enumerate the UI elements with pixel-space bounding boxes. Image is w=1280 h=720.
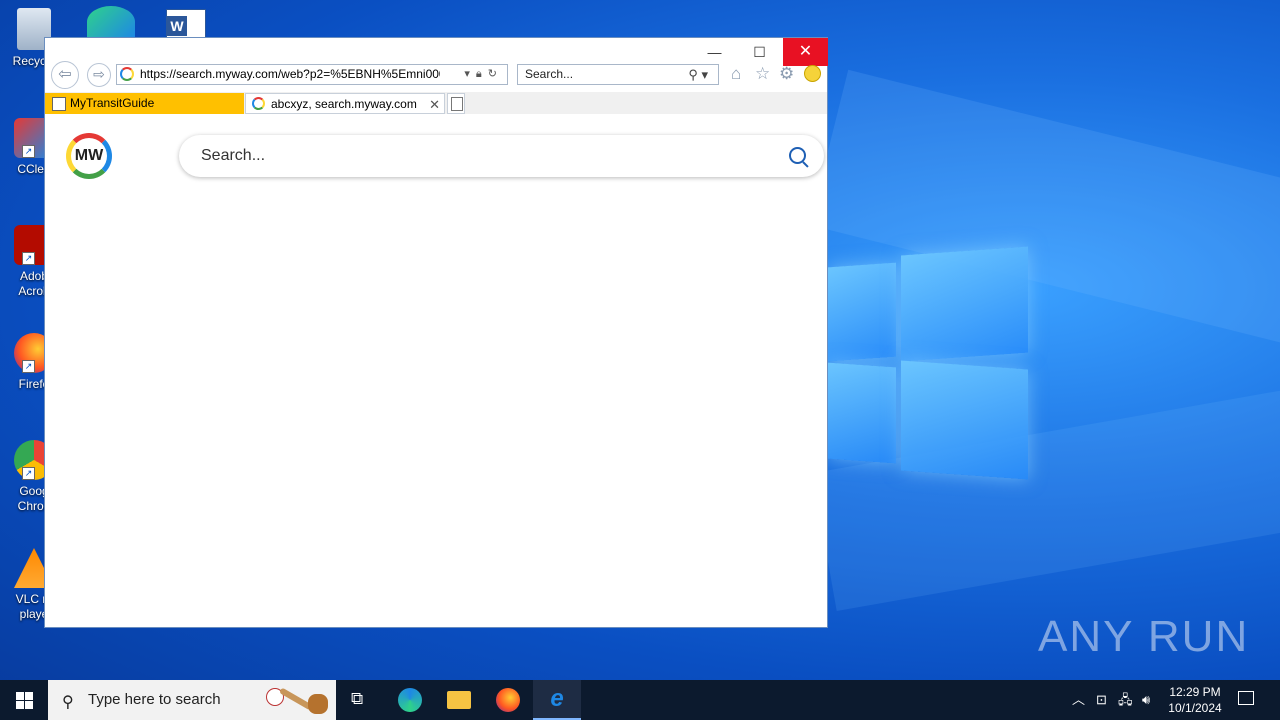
page-search-placeholder: Search... bbox=[201, 147, 266, 164]
navigation-bar: ⇦ ⇨ https://search.myway.com/web?p2=%5EB… bbox=[45, 61, 827, 89]
system-clock[interactable]: 12:29 PM 10/1/2024 bbox=[1160, 684, 1230, 716]
network-icon[interactable]: 🖧︎ bbox=[1118, 680, 1133, 720]
windows-start-icon-part bbox=[25, 701, 33, 709]
new-tab-icon bbox=[451, 97, 463, 111]
windows-start-icon-part bbox=[16, 701, 24, 709]
address-tools: ▾🔒︎↻ bbox=[464, 65, 503, 84]
tray-device-icon[interactable]: ⊡ bbox=[1096, 680, 1107, 720]
word-document-icon[interactable]: W bbox=[166, 9, 206, 39]
shortcut-arrow-icon: ↗ bbox=[22, 467, 35, 480]
start-button[interactable] bbox=[0, 680, 48, 720]
search-icon: ⚲ bbox=[62, 694, 74, 711]
page-content: MW Search... bbox=[45, 114, 827, 627]
taskbar-search-placeholder: Type here to search bbox=[88, 691, 221, 708]
baseball-search-highlight-icon bbox=[264, 686, 330, 714]
logo-pane bbox=[901, 246, 1028, 362]
windows-logo-wallpaper bbox=[828, 243, 1028, 480]
logo-pane bbox=[901, 360, 1028, 480]
word-w-glyph: W bbox=[167, 16, 187, 36]
task-view-button[interactable]: ⧉ bbox=[336, 680, 384, 720]
taskbar-file-explorer[interactable] bbox=[435, 680, 483, 720]
back-arrow-icon: ⇦ bbox=[58, 66, 72, 83]
tab-bar: MyTransitGuide abcxyz, search.myway.com … bbox=[45, 92, 827, 114]
favorites-star-icon[interactable]: ☆ bbox=[755, 64, 770, 84]
shortcut-arrow-icon: ↗ bbox=[22, 145, 35, 158]
taskbar: ⚲ Type here to search ⧉ e ︿ ⊡ 🖧︎ 🔊︎ 12:2… bbox=[0, 680, 1280, 720]
dropdown-arrow-icon[interactable]: ▾ bbox=[464, 68, 476, 80]
lock-icon[interactable]: 🔒︎ bbox=[476, 68, 488, 80]
settings-gear-icon[interactable]: ⚙ bbox=[779, 64, 794, 84]
feedback-smiley-icon[interactable] bbox=[804, 65, 821, 82]
taskbar-search-box[interactable]: ⚲ Type here to search bbox=[48, 680, 336, 720]
internet-explorer-window: — ☐ ✕ ⇦ ⇨ https://search.myway.com/web?p… bbox=[44, 37, 828, 628]
url-domain: myway.com bbox=[215, 67, 278, 81]
windows-start-icon-part bbox=[25, 692, 33, 700]
home-icon[interactable]: ⌂ bbox=[731, 64, 741, 84]
myway-favicon-icon bbox=[252, 97, 265, 110]
refresh-icon[interactable]: ↻ bbox=[488, 68, 503, 80]
back-button[interactable]: ⇦ bbox=[51, 61, 79, 89]
firefox-icon bbox=[496, 688, 520, 712]
url-suffix: /web?p2=%5EBNH%5Emni000% bbox=[277, 67, 440, 81]
logo-pane bbox=[828, 262, 896, 362]
search-box-placeholder: Search... bbox=[525, 67, 574, 81]
new-tab-button[interactable] bbox=[447, 93, 465, 114]
anyrun-watermark: ANY RUN bbox=[1038, 612, 1250, 661]
url-prefix: https://search. bbox=[140, 67, 216, 81]
taskbar-edge[interactable] bbox=[386, 680, 434, 720]
forward-arrow-icon: ⇨ bbox=[93, 66, 105, 82]
close-tab-icon[interactable]: ✕ bbox=[429, 94, 440, 115]
address-bar[interactable]: https://search.myway.com/web?p2=%5EBNH%5… bbox=[116, 64, 508, 85]
tab-label: MyTransitGuide bbox=[70, 96, 155, 110]
glove-shape bbox=[308, 694, 328, 714]
chevron-up-icon: ︿ bbox=[1072, 692, 1086, 707]
myway-logo[interactable]: MW bbox=[66, 133, 112, 179]
shortcut-arrow-icon: ↗ bbox=[22, 360, 35, 373]
taskbar-internet-explorer[interactable]: e bbox=[533, 680, 581, 720]
internet-explorer-icon: e bbox=[550, 685, 564, 712]
page-search-input[interactable]: Search... bbox=[179, 135, 824, 177]
windows-start-icon bbox=[16, 692, 24, 700]
volume-icon[interactable]: 🔊︎ bbox=[1142, 680, 1150, 720]
tab-active-myway[interactable]: abcxyz, search.myway.com ✕ bbox=[245, 93, 445, 114]
site-favicon-icon bbox=[120, 67, 134, 81]
search-icon[interactable]: ⚲ ▾ bbox=[688, 65, 708, 84]
forward-button[interactable]: ⇨ bbox=[87, 63, 111, 87]
clock-time: 12:29 PM bbox=[1169, 685, 1221, 699]
edge-icon bbox=[398, 688, 422, 712]
notification-center-icon[interactable] bbox=[1238, 691, 1254, 705]
edge-desktop-icon[interactable] bbox=[87, 6, 135, 38]
url-text[interactable]: https://search.myway.com/web?p2=%5EBNH%5… bbox=[140, 65, 440, 84]
clock-date: 10/1/2024 bbox=[1168, 701, 1222, 715]
taskbar-firefox[interactable] bbox=[484, 680, 532, 720]
show-hidden-icons-button[interactable]: ︿ bbox=[1072, 680, 1085, 720]
tab-label: abcxyz, search.myway.com bbox=[271, 97, 417, 111]
logo-pane bbox=[828, 362, 896, 464]
task-view-icon: ⧉ bbox=[351, 689, 364, 708]
toolbar-page-icon bbox=[52, 97, 66, 111]
folder-icon bbox=[447, 691, 471, 709]
tab-mytransitguide[interactable]: MyTransitGuide bbox=[45, 93, 244, 114]
browser-search-box[interactable]: Search... ⚲ ▾ bbox=[517, 64, 719, 85]
shortcut-arrow-icon: ↗ bbox=[22, 252, 35, 265]
search-icon[interactable] bbox=[789, 147, 806, 164]
